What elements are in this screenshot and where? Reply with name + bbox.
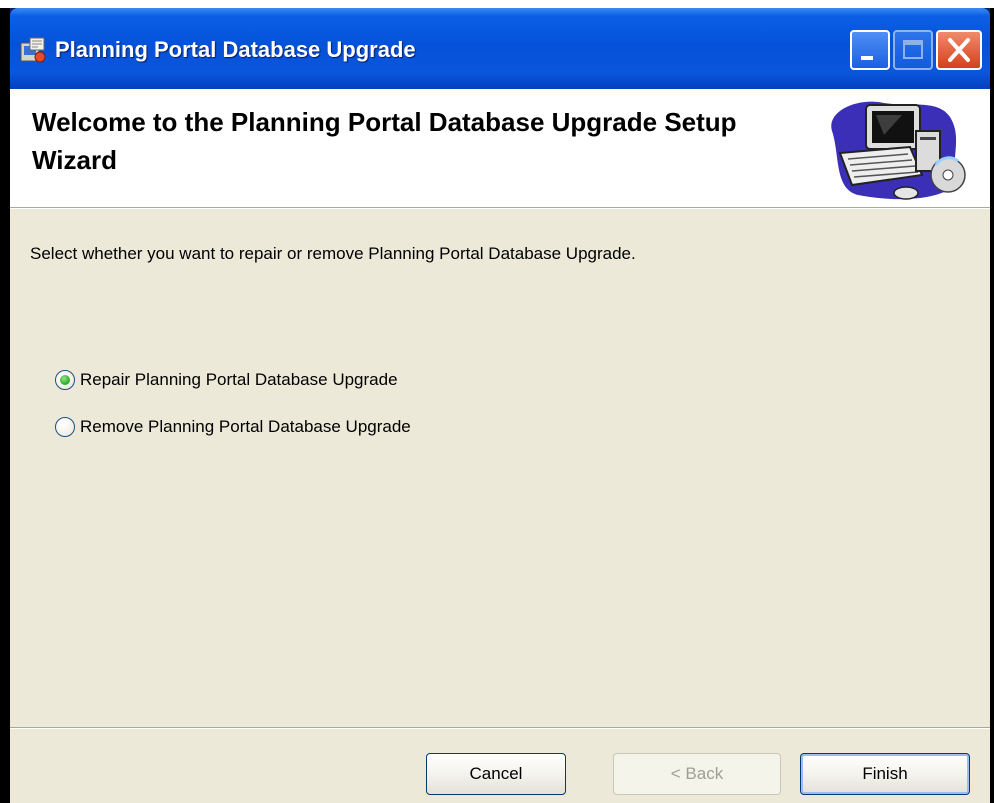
cancel-button[interactable]: Cancel: [426, 753, 566, 795]
back-button[interactable]: < Back: [613, 753, 781, 795]
wizard-banner: Welcome to the Planning Portal Database …: [10, 89, 990, 208]
remove-radio[interactable]: [55, 417, 75, 437]
installer-icon: [18, 35, 48, 65]
repair-radio[interactable]: [55, 370, 75, 390]
finish-button[interactable]: Finish: [800, 753, 970, 795]
title-bar[interactable]: Planning Portal Database Upgrade: [10, 8, 990, 89]
installer-window: Planning Portal Database Upgrade Welcome…: [10, 8, 990, 803]
maximize-icon: [903, 40, 923, 59]
window-title: Planning Portal Database Upgrade: [55, 37, 416, 62]
remove-option-label: Remove Planning Portal Database Upgrade: [80, 417, 411, 436]
minimize-button[interactable]: [850, 30, 890, 70]
banner-divider: [10, 208, 990, 209]
footer-divider-highlight: [10, 728, 990, 729]
minimize-icon: [861, 56, 873, 60]
instruction-text: Select whether you want to repair or rem…: [30, 244, 636, 263]
remove-option[interactable]: Remove Planning Portal Database Upgrade: [55, 414, 411, 440]
computer-cd-icon: [818, 91, 968, 203]
maximize-button[interactable]: [893, 30, 933, 70]
close-icon: [948, 38, 970, 62]
window-frame: Planning Portal Database Upgrade Welcome…: [0, 8, 994, 803]
window-edge: [990, 8, 994, 803]
repair-option[interactable]: Repair Planning Portal Database Upgrade: [55, 367, 398, 393]
close-button[interactable]: [936, 30, 982, 70]
wizard-heading: Welcome to the Planning Portal Database …: [32, 107, 737, 175]
repair-option-label: Repair Planning Portal Database Upgrade: [80, 370, 398, 389]
dialog-body: Welcome to the Planning Portal Database …: [10, 89, 990, 803]
